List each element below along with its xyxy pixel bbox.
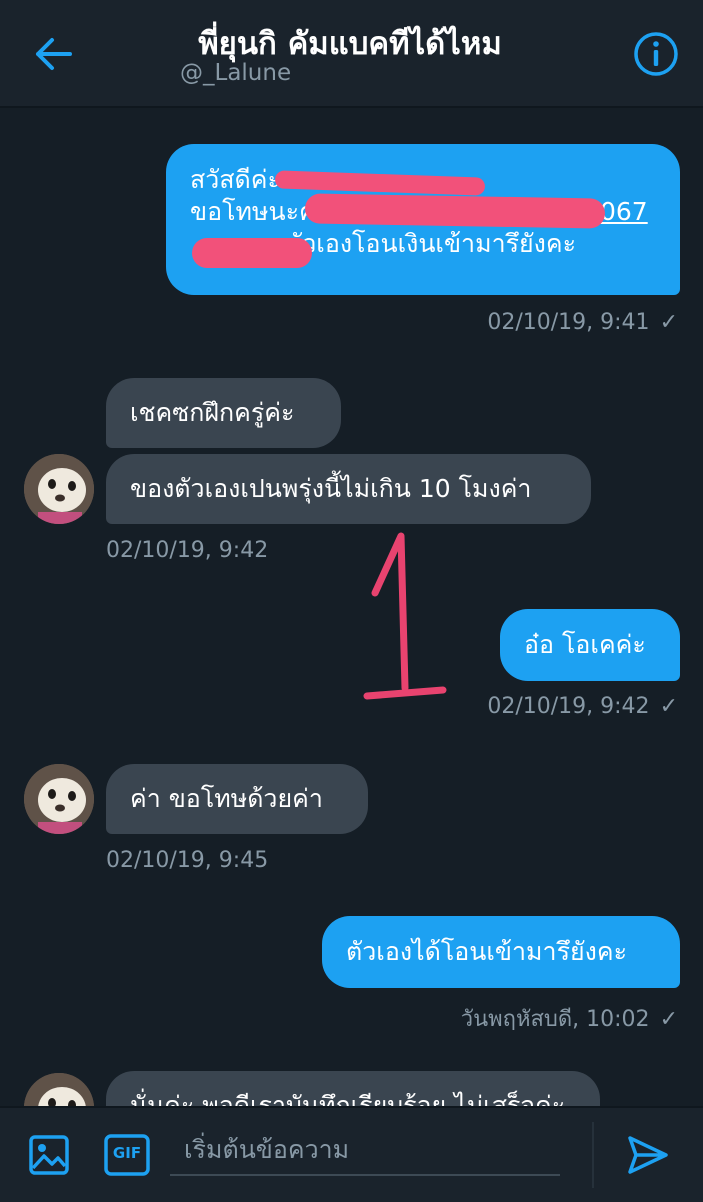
message-text: อ๋อ โอเคค่ะ <box>524 630 646 659</box>
sent-check-icon: ✓ <box>659 310 678 335</box>
outgoing-message[interactable]: ตัวเองได้โอนเข้ามารึยังคะ <box>322 916 680 988</box>
handwritten-annotation <box>363 532 447 700</box>
message-timestamp: 02/10/19, 9:42 ✓ <box>487 694 678 719</box>
incoming-message[interactable]: ค่า ขอโทษด้วยค่า <box>106 764 368 834</box>
avatar[interactable] <box>24 454 94 524</box>
back-arrow-icon <box>36 38 72 70</box>
avatar[interactable] <box>24 764 94 834</box>
message-timestamp: วันพฤหัสบดี, 10:02 ✓ <box>460 1007 678 1032</box>
message-timestamp: 02/10/19, 9:45 <box>106 848 269 873</box>
message-timestamp: 02/10/19, 9:41 ✓ <box>487 310 678 335</box>
image-icon <box>29 1135 69 1175</box>
message-thread[interactable]: สวัสดีค่ะ ขอโทษนะคะ 067 ตัวเองโอนเงินเข้… <box>0 108 703 1106</box>
send-icon <box>628 1136 668 1174</box>
message-text: ของตัวเองเปนพรุ่งนี้ไม่เกิน 10 โมงค่า <box>130 474 532 503</box>
outgoing-message[interactable]: อ๋อ โอเคค่ะ <box>500 609 680 681</box>
back-button[interactable] <box>32 32 76 76</box>
incoming-message[interactable]: ของตัวเองเปนพรุ่งนี้ไม่เกิน 10 โมงค่า <box>106 454 591 524</box>
avatar[interactable] <box>24 1073 94 1106</box>
message-line-fragment: 067 <box>600 197 648 226</box>
composer-divider <box>592 1122 594 1188</box>
avatar-image <box>24 764 94 834</box>
gif-label: GIF <box>112 1144 142 1162</box>
send-button[interactable] <box>626 1134 670 1180</box>
message-text: ค่า ขอโทษด้วยค่า <box>130 784 323 813</box>
gif-button[interactable]: GIF <box>104 1134 150 1180</box>
message-composer: GIF เริ่มต้นข้อความ <box>0 1106 703 1202</box>
incoming-message[interactable]: นั่นค่ะ พอดีเราบันทึกเรียบร้อย ไม่เสร็จค… <box>106 1071 600 1106</box>
redaction-mark <box>304 193 606 229</box>
redaction-mark <box>192 238 312 268</box>
message-text: นั่นค่ะ พอดีเราบันทึกเรียบร้อย ไม่เสร็จค… <box>130 1091 566 1106</box>
conversation-header: พี่ยุนกิ คัมแบคทีได้ไหม @_Lalune <box>0 0 703 108</box>
message-text: เชคซกฝึกครู่ค่ะ <box>130 398 295 427</box>
avatar-image <box>24 1073 94 1106</box>
info-button[interactable] <box>632 30 680 78</box>
sent-check-icon: ✓ <box>659 1007 678 1032</box>
info-icon <box>634 32 678 76</box>
message-text: ตัวเองได้โอนเข้ามารึยังคะ <box>346 937 628 966</box>
incoming-message[interactable]: เชคซกฝึกครู่ค่ะ <box>106 378 341 448</box>
message-input[interactable]: เริ่มต้นข้อความ <box>170 1126 560 1176</box>
conversation-handle: @_Lalune <box>180 60 292 86</box>
add-photo-button[interactable] <box>28 1134 70 1180</box>
avatar-image <box>24 454 94 524</box>
message-timestamp: 02/10/19, 9:42 <box>106 538 269 563</box>
sent-check-icon: ✓ <box>659 694 678 719</box>
